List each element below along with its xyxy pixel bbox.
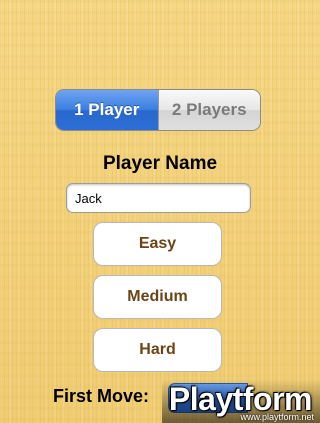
- easy-button[interactable]: Easy: [93, 222, 222, 266]
- watermark: Playtform www.playtform.net: [162, 379, 320, 423]
- watermark-logo: Playtform: [168, 381, 313, 417]
- watermark-url: www.playtform.net: [240, 412, 314, 422]
- first-move-label: First Move:: [53, 386, 150, 406]
- medium-button[interactable]: Medium: [93, 275, 222, 319]
- player-name-input[interactable]: [66, 183, 251, 213]
- hard-button[interactable]: Hard: [93, 328, 222, 372]
- one-player-option[interactable]: 1 Player: [56, 90, 158, 130]
- two-players-option[interactable]: 2 Players: [157, 90, 260, 130]
- player-name-label: Player Name: [102, 153, 218, 174]
- players-segmented-control[interactable]: 1 Player 2 Players: [55, 89, 261, 131]
